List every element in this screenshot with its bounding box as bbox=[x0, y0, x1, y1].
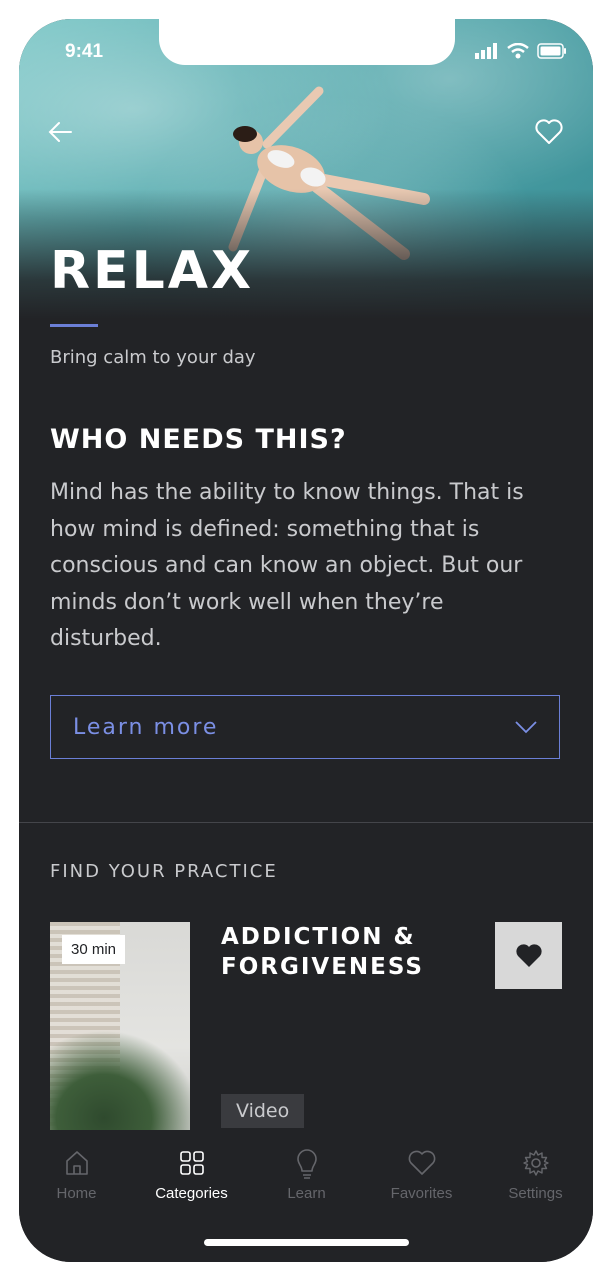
learn-more-label: Learn more bbox=[73, 714, 219, 740]
status-icons bbox=[475, 43, 567, 59]
heart-outline-icon bbox=[535, 119, 563, 144]
tab-label: Favorites bbox=[390, 1185, 453, 1202]
device-notch bbox=[159, 19, 455, 65]
gear-icon bbox=[522, 1150, 549, 1176]
tab-label: Settings bbox=[508, 1185, 563, 1202]
page-title: RELAX bbox=[50, 241, 255, 301]
back-button[interactable] bbox=[47, 119, 73, 149]
practice-favorite-button[interactable] bbox=[495, 922, 562, 989]
content-type-chip: Video bbox=[221, 1094, 305, 1128]
tab-categories[interactable]: Categories bbox=[134, 1149, 249, 1202]
home-icon bbox=[65, 1151, 88, 1175]
arrow-left-icon bbox=[48, 122, 72, 142]
title-accent-bar bbox=[50, 324, 98, 327]
practice-thumbnail[interactable]: 30 min bbox=[50, 922, 190, 1130]
signal-icon bbox=[475, 43, 497, 59]
heart-filled-icon bbox=[515, 943, 542, 967]
find-practice-heading: FIND YOUR PRACTICE bbox=[50, 861, 278, 882]
tab-label: Home bbox=[56, 1185, 97, 1202]
chevron-down-icon bbox=[515, 721, 537, 734]
heart-icon bbox=[408, 1150, 435, 1175]
favorite-toggle-button[interactable] bbox=[535, 119, 563, 149]
tab-label: Categories bbox=[155, 1185, 228, 1202]
who-needs-description: Mind has the ability to know things. Tha… bbox=[50, 480, 524, 651]
wifi-icon bbox=[507, 43, 529, 59]
battery-icon bbox=[537, 43, 566, 59]
page-subtitle: Bring calm to your day bbox=[50, 347, 256, 368]
tab-label: Learn bbox=[287, 1185, 326, 1202]
phone-screen: 9:41 RELAX Bring calm to your day WHO NE… bbox=[19, 19, 593, 1262]
home-indicator bbox=[204, 1239, 409, 1246]
lightbulb-icon bbox=[296, 1149, 317, 1179]
tab-favorites[interactable]: Favorites bbox=[364, 1149, 479, 1202]
tab-home[interactable]: Home bbox=[19, 1149, 134, 1202]
tree-image bbox=[50, 1030, 190, 1130]
practice-title[interactable]: ADDICTION & FORGIVENESS bbox=[221, 922, 441, 982]
grid-icon bbox=[179, 1151, 204, 1175]
status-time: 9:41 bbox=[65, 41, 104, 62]
tab-learn[interactable]: Learn bbox=[249, 1149, 364, 1202]
tab-settings[interactable]: Settings bbox=[478, 1149, 593, 1202]
learn-more-dropdown[interactable]: Learn more bbox=[50, 695, 560, 759]
who-needs-heading: WHO NEEDS THIS? bbox=[50, 424, 347, 455]
duration-badge: 30 min bbox=[62, 935, 126, 964]
section-divider bbox=[19, 822, 593, 823]
